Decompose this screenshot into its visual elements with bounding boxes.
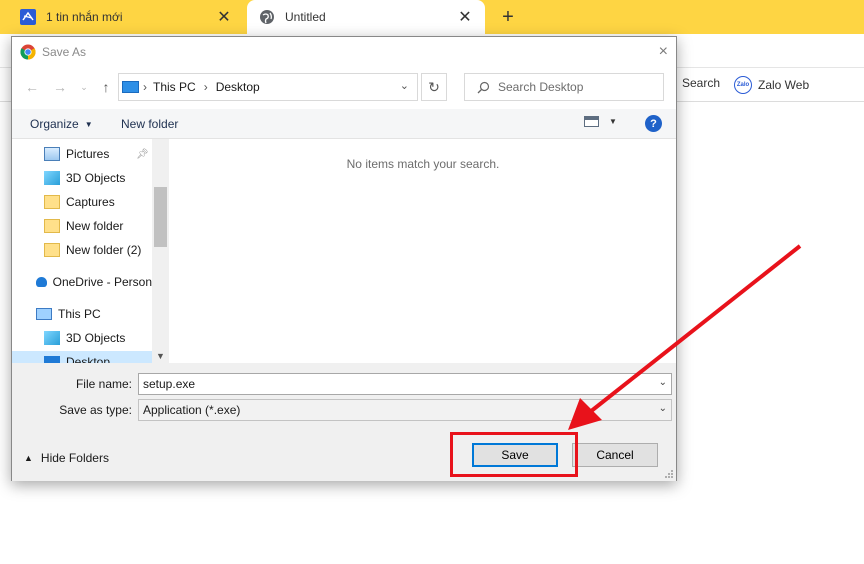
annotation-arrow-icon [568,244,802,430]
